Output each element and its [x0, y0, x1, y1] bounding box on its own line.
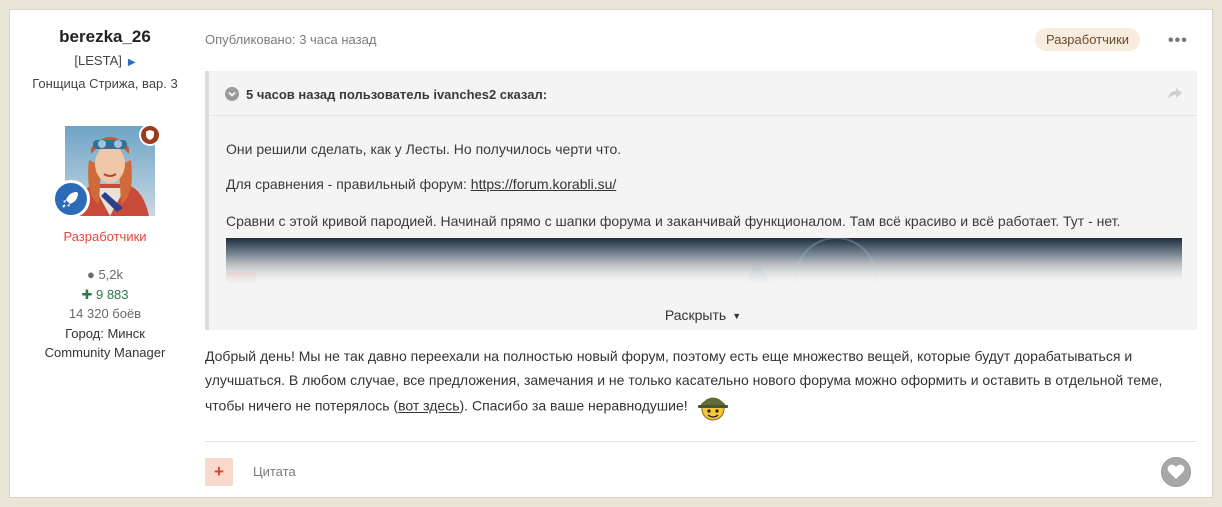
rocket-icon [62, 192, 78, 208]
quote-banner-image [226, 238, 1182, 284]
author-rank: Гонщица Стрижа, вар. 3 [32, 76, 178, 91]
expand-button[interactable]: Раскрыть ▼ [209, 307, 1197, 323]
post-published-time[interactable]: Опубликовано: 3 часа назад [205, 32, 376, 47]
author-clan[interactable]: [LESTA] ▶ [10, 53, 200, 68]
author-city: Город: Минск [65, 326, 145, 341]
share-arrow-icon[interactable] [1167, 86, 1183, 100]
quote-block: 5 часов назад пользователь ivanches2 ска… [205, 71, 1197, 330]
comment-icon: ● [86, 267, 95, 282]
footer-divider [205, 441, 1197, 442]
like-heart-button[interactable] [1161, 457, 1191, 487]
author-role: Community Manager [44, 345, 166, 360]
quote-header: 5 часов назад пользователь ivanches2 ска… [209, 71, 1197, 116]
rocket-badge-icon[interactable] [52, 180, 90, 218]
reputation-plus-button[interactable]: + [205, 458, 233, 486]
author-group: Разработчики [63, 229, 147, 244]
quote-paragraph-3: Сравни с этой кривой пародией. Начинай п… [226, 213, 1121, 229]
avatar[interactable] [52, 124, 161, 218]
soldier-smiley-icon [697, 397, 728, 421]
here-link[interactable]: вот здесь [398, 398, 459, 414]
quote-forum-link[interactable]: https://forum.korabli.su/ [471, 176, 617, 192]
quote-paragraph-1: Они решили сделать, как у Лесты. Но полу… [226, 141, 622, 157]
caret-down-icon[interactable]: ▼ [732, 311, 741, 321]
reputation-count: ✚ 9 883 [81, 287, 129, 302]
heart-icon [1167, 464, 1185, 479]
clan-tag[interactable]: [LESTA] [74, 53, 121, 68]
battles-count: 14 320 боёв [68, 306, 142, 321]
quote-paragraph-2: Для сравнения - правильный форум: https:… [226, 176, 617, 192]
quote-author-line: 5 часов назад пользователь ivanches2 ска… [246, 87, 548, 102]
quote-button[interactable]: Цитата [253, 464, 296, 479]
shield-icon [146, 130, 154, 140]
forum-post: berezka_26 [LESTA] ▶ Гонщица Стрижа, вар.… [9, 9, 1213, 498]
more-options-icon[interactable]: ••• [1168, 32, 1188, 50]
post-tag-badge: Разработчики [1035, 28, 1141, 51]
banner-fade [226, 238, 1182, 284]
author-name[interactable]: berezka_26 [10, 27, 200, 47]
post-body: Добрый день! Мы не так давно переехали н… [205, 344, 1200, 422]
chevron-down-circle-icon[interactable] [225, 87, 239, 101]
comments-count: ● 5,2k [86, 267, 124, 282]
plus-circle-icon: ✚ [81, 287, 93, 302]
caret-right-icon[interactable]: ▶ [128, 57, 136, 68]
shield-badge-icon[interactable] [139, 124, 161, 146]
